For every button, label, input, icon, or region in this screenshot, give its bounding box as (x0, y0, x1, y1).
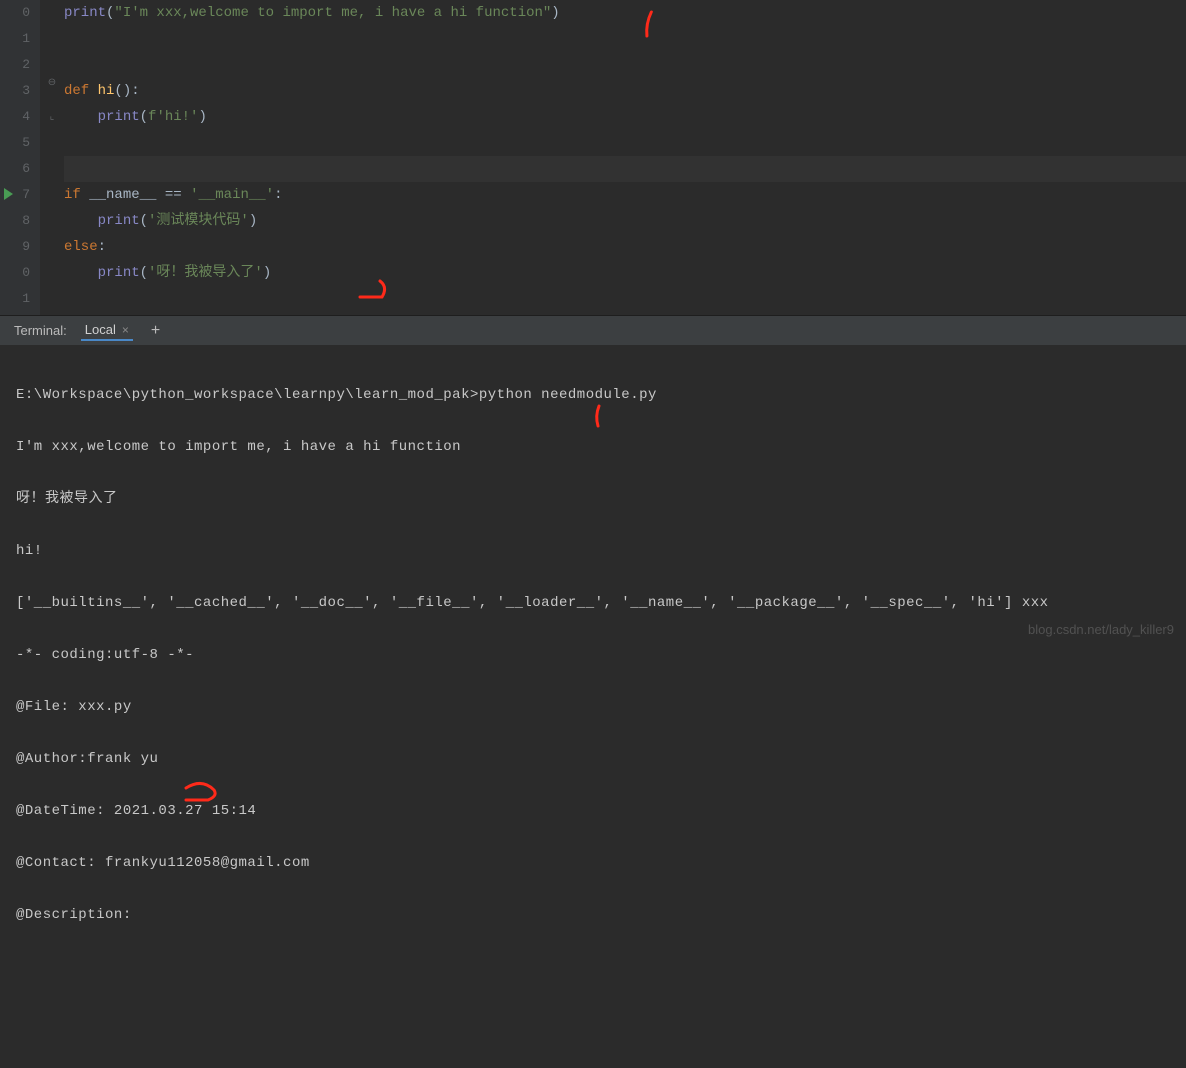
code-line[interactable]: else: (64, 234, 1186, 260)
code-line[interactable]: print('测试模块代码') (64, 208, 1186, 234)
code-line-current[interactable] (64, 156, 1186, 182)
terminal-line: hi! (16, 538, 1170, 564)
add-terminal-button[interactable]: + (147, 322, 164, 340)
watermark: blog.csdn.net/lady_killer9 (1028, 622, 1174, 637)
line-number: 4 (0, 104, 30, 130)
close-icon[interactable]: × (122, 323, 129, 337)
code-line[interactable]: ⊖def hi(): (64, 78, 1186, 104)
fold-end-icon: ⌞ (46, 112, 58, 124)
code-line[interactable]: ⌞ print(f'hi!') (64, 104, 1186, 130)
terminal-header: Terminal: Local × + (0, 316, 1186, 346)
code-line[interactable] (64, 52, 1186, 78)
terminal-line: -*- coding:utf-8 -*- (16, 642, 1170, 668)
terminal-line: ['__builtins__', '__cached__', '__doc__'… (16, 590, 1170, 616)
line-number: 1 (0, 286, 30, 312)
line-number: 3 (0, 78, 30, 104)
line-number: 9 (0, 234, 30, 260)
terminal-panel: Terminal: Local × + E:\Workspace\python_… (0, 315, 1186, 643)
terminal-line: @Description: (16, 902, 1170, 928)
line-number: 2 (0, 52, 30, 78)
code-line[interactable] (64, 130, 1186, 156)
line-number: 7 (0, 182, 30, 208)
terminal-title: Terminal: (14, 323, 67, 338)
line-number: 8 (0, 208, 30, 234)
line-number-gutter: 0 1 2 3 4 5 6 7 8 9 0 1 (0, 0, 40, 315)
terminal-tab-label: Local (85, 322, 116, 337)
terminal-line: @File: xxx.py (16, 694, 1170, 720)
terminal-line: @Contact: frankyu112058@gmail.com (16, 850, 1170, 876)
code-line[interactable] (64, 286, 1186, 312)
line-number: 0 (0, 0, 30, 26)
terminal-line: @Author:frank yu (16, 746, 1170, 772)
code-line[interactable] (64, 26, 1186, 52)
code-editor[interactable]: 0 1 2 3 4 5 6 7 8 9 0 1 print("I'm xxx,w… (0, 0, 1186, 315)
code-line[interactable]: print('呀！我被导入了') (64, 260, 1186, 286)
code-line[interactable]: print("I'm xxx,welcome to import me, i h… (64, 0, 1186, 26)
line-number: 1 (0, 26, 30, 52)
line-number: 0 (0, 260, 30, 286)
line-number: 6 (0, 156, 30, 182)
fold-icon[interactable]: ⊖ (46, 78, 58, 90)
terminal-line: 呀！我被导入了 (16, 486, 1170, 512)
code-content[interactable]: print("I'm xxx,welcome to import me, i h… (40, 0, 1186, 315)
line-number: 5 (0, 130, 30, 156)
annotation-mark-3 (540, 378, 607, 466)
terminal-output[interactable]: E:\Workspace\python_workspace\learnpy\le… (0, 346, 1186, 1068)
terminal-tab-local[interactable]: Local × (81, 320, 133, 341)
code-line[interactable]: if __name__ == '__main__': (64, 182, 1186, 208)
run-gutter-icon[interactable] (4, 188, 13, 200)
terminal-line: @DateTime: 2021.03.27 15:14 (16, 798, 1170, 824)
